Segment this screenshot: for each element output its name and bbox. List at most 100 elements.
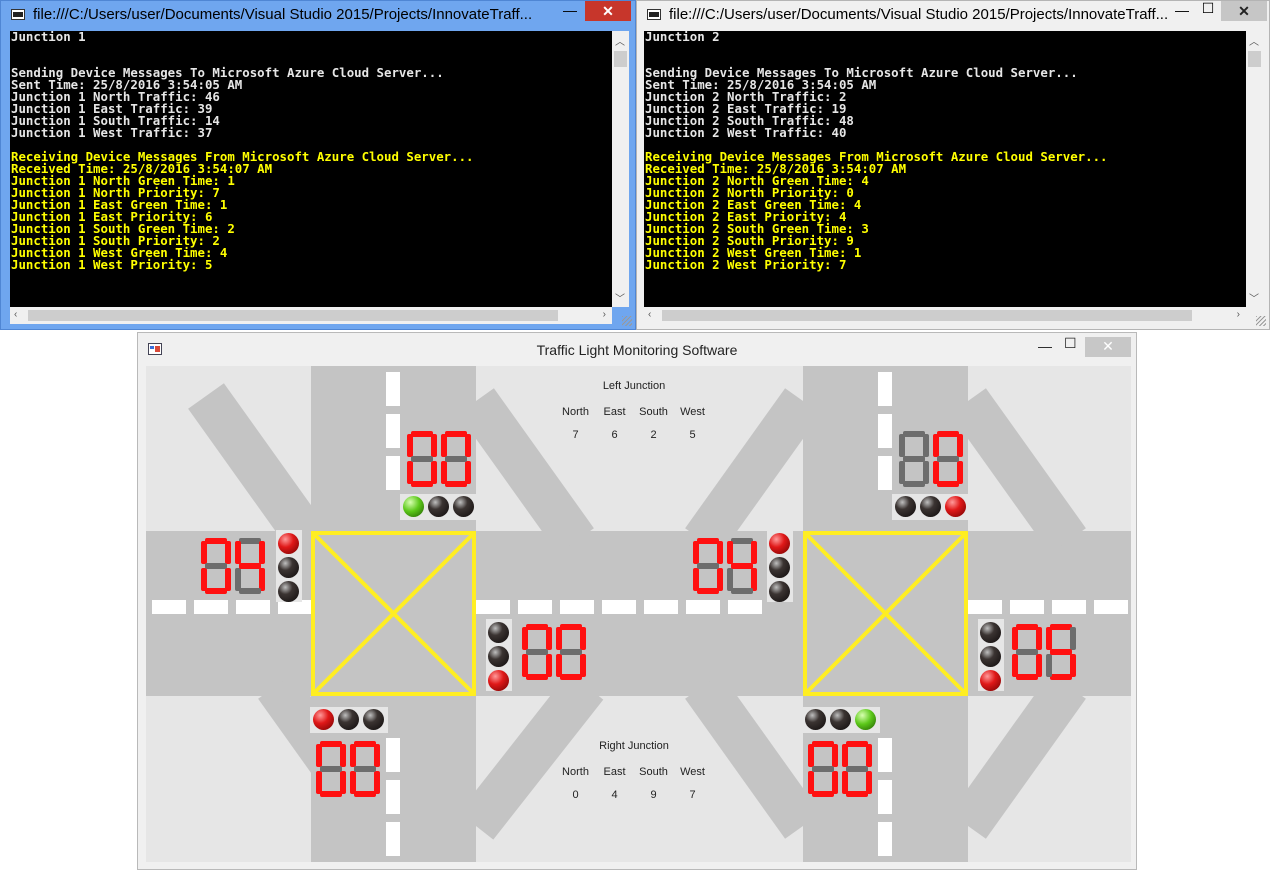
j2-west-traffic-light — [767, 530, 793, 602]
close-button[interactable]: ✕ — [1085, 337, 1131, 357]
segment — [731, 538, 753, 544]
segment — [933, 461, 939, 484]
horizontal-scrollbar[interactable]: ‹ › — [644, 307, 1246, 324]
vertical-scrollbar[interactable]: ︿ ﹀ — [1246, 31, 1263, 307]
segment — [933, 434, 939, 457]
segment — [697, 563, 719, 569]
segment — [259, 541, 265, 564]
console-output[interactable]: Junction 1 Sending Device Messages To Mi… — [10, 31, 612, 307]
segment — [697, 588, 719, 594]
lamp-off-icon — [980, 646, 1001, 667]
console-title-bar[interactable]: file:///C:/Users/user/Documents/Visual S… — [1, 0, 635, 31]
maximize-button[interactable]: ☐ — [1064, 335, 1077, 352]
scroll-thumb[interactable] — [662, 310, 1192, 321]
close-button[interactable]: ✕ — [1221, 1, 1267, 21]
segment — [411, 456, 433, 462]
segment — [903, 431, 925, 437]
segment — [411, 481, 433, 487]
scroll-thumb[interactable] — [1248, 51, 1261, 67]
segment — [445, 456, 467, 462]
segment — [1016, 649, 1038, 655]
segment — [556, 654, 562, 677]
scroll-down-icon[interactable]: ﹀ — [1249, 290, 1259, 305]
minimize-button[interactable]: — — [1038, 338, 1052, 354]
console-window-junction-1: file:///C:/Users/user/Documents/Visual S… — [0, 0, 636, 330]
segment — [320, 791, 342, 797]
j2-south-display — [808, 741, 874, 797]
seven-segment-digit — [407, 431, 437, 487]
segment — [320, 766, 342, 772]
segment — [354, 791, 376, 797]
segment — [1012, 654, 1018, 677]
segment — [225, 541, 231, 564]
maximize-button[interactable]: ☐ — [1195, 0, 1221, 19]
segment — [431, 434, 437, 457]
seven-segment-digit — [899, 431, 929, 487]
console-title-bar[interactable]: file:///C:/Users/user/Documents/Visual S… — [637, 0, 1269, 31]
minimize-button[interactable]: — — [1169, 1, 1195, 21]
value-east: 6 — [611, 429, 618, 441]
seven-segment-digit — [933, 431, 963, 487]
lamp-off-icon — [769, 581, 790, 602]
scroll-thumb[interactable] — [614, 51, 627, 67]
scroll-left-icon[interactable]: ‹ — [14, 309, 17, 320]
segment — [957, 434, 963, 457]
segment — [693, 541, 699, 564]
scroll-up-icon[interactable]: ︿ — [1249, 33, 1259, 48]
segment — [374, 744, 380, 767]
segment — [717, 541, 723, 564]
direction-west: West — [680, 406, 705, 418]
j1-south-display — [316, 741, 382, 797]
direction-east: East — [603, 766, 626, 778]
scroll-down-icon[interactable]: ﹀ — [615, 290, 625, 305]
scroll-left-icon[interactable]: ‹ — [648, 309, 651, 320]
value-north: 7 — [572, 429, 579, 441]
segment — [445, 481, 467, 487]
resize-grip-icon[interactable] — [622, 316, 632, 326]
console-line: Junction 1 West Traffic: 37 — [11, 125, 213, 140]
segment — [903, 456, 925, 462]
segment — [580, 627, 586, 650]
lamp-red-icon — [313, 709, 334, 730]
lamp-off-icon — [278, 581, 299, 602]
scroll-right-icon[interactable]: › — [603, 309, 606, 320]
horizontal-scrollbar[interactable]: ‹ › — [10, 307, 612, 324]
segment — [1046, 627, 1052, 650]
segment — [727, 541, 733, 564]
segment — [411, 431, 433, 437]
vertical-scrollbar[interactable]: ︿ ﹀ — [612, 31, 629, 307]
scroll-up-icon[interactable]: ︿ — [615, 33, 625, 48]
j1-north-traffic-light — [400, 494, 478, 520]
scroll-right-icon[interactable]: › — [1237, 309, 1240, 320]
j2-east-display — [1012, 624, 1078, 680]
resize-grip-icon[interactable] — [1256, 316, 1266, 326]
console-output[interactable]: Junction 2 Sending Device Messages To Mi… — [644, 31, 1246, 307]
lamp-off-icon — [338, 709, 359, 730]
console-window-junction-2: file:///C:/Users/user/Documents/Visual S… — [636, 0, 1270, 330]
segment — [340, 744, 346, 767]
segment — [239, 538, 261, 544]
segment — [205, 563, 227, 569]
segment — [1050, 624, 1072, 630]
seven-segment-digit — [201, 538, 231, 594]
seven-segment-digit — [316, 741, 346, 797]
seven-segment-digit — [1012, 624, 1042, 680]
close-button[interactable]: ✕ — [585, 1, 631, 21]
console-line: Junction 1 West Priority: 5 — [11, 257, 213, 272]
segment — [522, 654, 528, 677]
lamp-red-icon — [278, 533, 299, 554]
value-south: 2 — [650, 429, 657, 441]
direction-header-row: North East South West — [544, 766, 724, 778]
segment — [727, 568, 733, 591]
segment — [832, 744, 838, 767]
segment — [465, 434, 471, 457]
j2-north-display — [899, 431, 965, 487]
segment — [846, 791, 868, 797]
lamp-off-icon — [895, 496, 916, 517]
minimize-button[interactable]: — — [557, 1, 583, 21]
segment — [697, 538, 719, 544]
priority-value-row: 0 4 9 7 — [544, 789, 724, 801]
scroll-thumb[interactable] — [28, 310, 558, 321]
